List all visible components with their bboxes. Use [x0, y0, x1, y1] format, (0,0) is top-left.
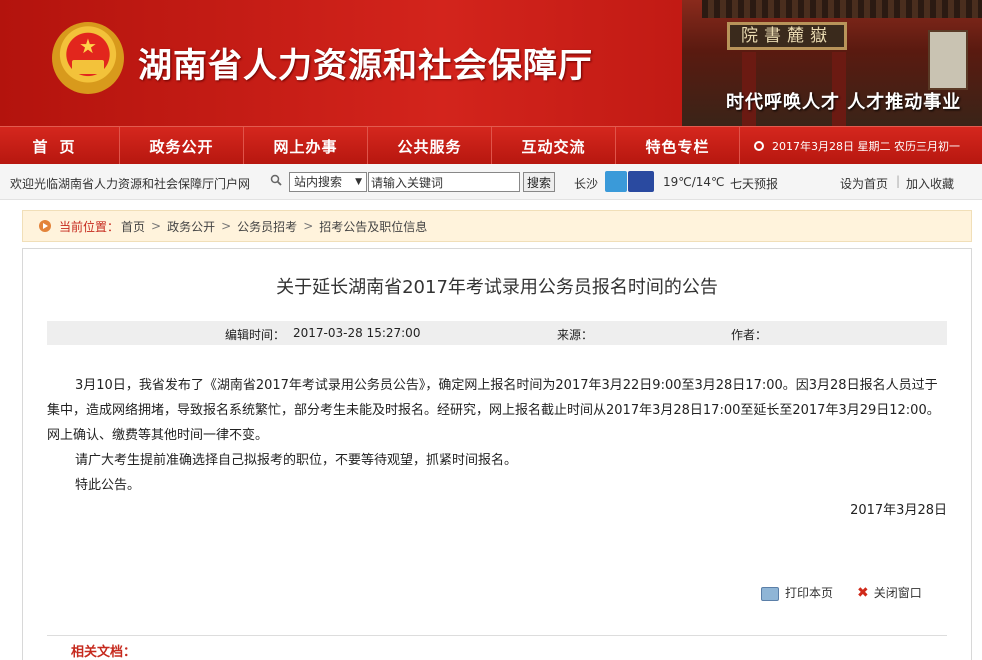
nav-item-public-services[interactable]: 公共服务 — [368, 127, 492, 165]
sun-rain-icon — [605, 171, 627, 192]
article-date: 2017年3月28日 — [850, 503, 947, 518]
author-label: 作者： — [731, 328, 768, 342]
breadcrumb-link-gov-affairs[interactable]: 政务公开 — [167, 218, 215, 235]
print-page-label: 打印本页 — [785, 586, 834, 600]
printer-icon — [761, 586, 779, 601]
weather-city: 长沙 — [574, 177, 599, 191]
article-body: 3月10日，我省发布了《湖南省2017年考试录用公务员公告》，确定网上报名时间为… — [47, 373, 947, 498]
nav-item-features[interactable]: 特色专栏 — [616, 127, 740, 165]
cloudy-night-icon — [628, 171, 654, 192]
star-icon: ★ — [79, 34, 97, 58]
article-meta: 编辑时间： 2017-03-28 15:27:00 来源： 作者： — [47, 321, 947, 345]
gate-icon — [72, 60, 104, 74]
weather-temperature: 19℃/14℃ — [663, 175, 725, 189]
article-title: 关于延长湖南省2017年考试录用公务员报名时间的公告 — [276, 277, 718, 298]
main-nav: 首页 政务公开 网上办事 公共服务 互动交流 特色专栏 2017年3月28日 星… — [0, 126, 982, 165]
breadcrumb-separator-icon: > — [151, 219, 162, 233]
site-title: 湖南省人力资源和社会保障厅 — [138, 46, 593, 86]
current-date: 2017年3月28日 星期二 农历三月初一 — [740, 127, 982, 164]
close-window-button[interactable]: ✖ 关闭窗口 — [857, 584, 922, 601]
building-roof — [702, 0, 982, 18]
article-paragraph: 特此公告。 — [75, 478, 141, 493]
current-date-text: 2017年3月28日 星期二 农历三月初一 — [772, 139, 960, 153]
search-scope-value: 站内搜索 — [294, 175, 343, 189]
breadcrumb-link-home[interactable]: 首页 — [121, 218, 145, 235]
nav-item-online-services[interactable]: 网上办事 — [244, 127, 368, 165]
breadcrumb-link-notices[interactable]: 招考公告及职位信息 — [319, 218, 427, 235]
breadcrumb-label: 当前位置： — [59, 219, 120, 234]
add-favorite-link[interactable]: 加入收藏 — [906, 175, 954, 192]
clock-icon — [754, 140, 764, 151]
nav-item-home[interactable]: 首页 — [0, 127, 120, 165]
nav-item-gov-affairs[interactable]: 政务公开 — [120, 127, 244, 165]
link-separator: | — [896, 174, 901, 188]
breadcrumb-separator-icon: > — [221, 219, 232, 233]
close-window-label: 关闭窗口 — [873, 586, 922, 600]
header-banner: 院書麓嶽 ★ 湖南省人力资源和社会保障厅 时代呼唤人才 人才推动事业 — [0, 0, 982, 126]
utility-bar: 欢迎光临湖南省人力资源和社会保障厅门户网 站内搜索 ▼ 搜索 长沙 19℃/14… — [0, 164, 982, 200]
search-button[interactable]: 搜索 — [523, 172, 555, 192]
edit-time-value: 2017-03-28 15:27:00 — [293, 326, 421, 340]
set-home-link[interactable]: 设为首页 — [840, 175, 888, 192]
related-docs-heading: 相关文档： — [71, 645, 137, 660]
national-emblem-icon: ★ — [52, 22, 124, 94]
close-icon: ✖ — [857, 585, 869, 601]
slogan: 时代呼唤人才 人才推动事业 — [726, 92, 962, 113]
breadcrumb: 当前位置： 首页 > 政务公开 > 公务员招考 > 招考公告及职位信息 — [22, 210, 972, 242]
breadcrumb-bullet-icon — [39, 220, 51, 232]
nav-item-interaction[interactable]: 互动交流 — [492, 127, 616, 165]
search-input[interactable] — [368, 172, 520, 192]
source-label: 来源： — [557, 328, 594, 342]
building-window — [928, 30, 968, 90]
article-paragraph: 请广大考生提前准确选择自己拟报考的职位，不要等待观望，抓紧时间报名。 — [75, 453, 518, 468]
edit-time-label: 编辑时间： — [225, 328, 286, 342]
welcome-text: 欢迎光临湖南省人力资源和社会保障厅门户网 — [10, 177, 251, 191]
chevron-down-icon: ▼ — [355, 177, 362, 187]
breadcrumb-separator-icon: > — [303, 219, 314, 233]
search-icon — [270, 174, 282, 186]
forecast-link[interactable]: 七天预报 — [730, 175, 778, 192]
breadcrumb-link-civil-exam[interactable]: 公务员招考 — [237, 218, 297, 235]
article-panel: 关于延长湖南省2017年考试录用公务员报名时间的公告 编辑时间： 2017-03… — [22, 248, 972, 660]
print-page-button[interactable]: 打印本页 — [761, 584, 833, 601]
search-scope-select[interactable]: 站内搜索 ▼ — [289, 172, 367, 192]
article-paragraph: 3月10日，我省发布了《湖南省2017年考试录用公务员公告》，确定网上报名时间为… — [47, 378, 940, 443]
section-divider — [47, 635, 947, 636]
building-plaque: 院書麓嶽 — [727, 22, 847, 50]
